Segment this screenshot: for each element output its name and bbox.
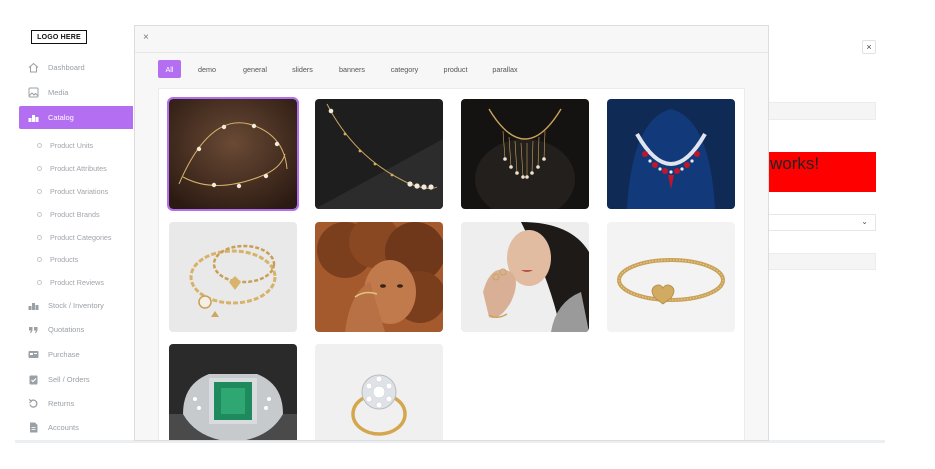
- subitem-products[interactable]: Products: [37, 252, 78, 266]
- subitem-product-variations[interactable]: Product Variations: [37, 184, 108, 198]
- subitem-label: Product Units: [50, 140, 94, 150]
- clipboard-icon: [28, 374, 39, 385]
- subitem-label: Product Brands: [50, 209, 100, 219]
- background-input-2[interactable]: [768, 253, 876, 270]
- pearl-bead-chain-necklace-image[interactable]: [315, 99, 443, 209]
- tab-category[interactable]: category: [386, 60, 423, 78]
- sidebar-item-stock[interactable]: Stock / Inventory: [19, 294, 133, 317]
- image-gallery: [158, 88, 745, 440]
- catalog-icon: [28, 112, 39, 123]
- media-picker-modal: × All demo general sliders banners categ…: [134, 25, 769, 441]
- stock-icon: [28, 300, 39, 311]
- undo-icon: [28, 398, 39, 409]
- gold-charm-bracelet-image[interactable]: [169, 222, 297, 332]
- modal-header: ×: [135, 26, 768, 53]
- subitem-label: Product Variations: [50, 186, 109, 196]
- subitem-product-reviews[interactable]: Product Reviews: [37, 275, 104, 289]
- subitem-product-units[interactable]: Product Units: [37, 138, 93, 152]
- subitem-label: Product Categories: [50, 232, 112, 242]
- woman-rings-bracelet-image[interactable]: [461, 222, 589, 332]
- background-input[interactable]: [768, 102, 876, 120]
- sidebar-item-label: Sell / Orders: [48, 375, 90, 384]
- bullet-icon: [37, 142, 42, 148]
- sidebar: LOGO HERE Dashboard Media Catalog Produc…: [0, 0, 133, 445]
- bullet-icon: [37, 188, 42, 194]
- diamond-cluster-gold-ring-image[interactable]: [315, 344, 443, 440]
- sidebar-item-label: Quotations: [48, 325, 85, 334]
- sidebar-item-quotations[interactable]: Quotations: [19, 318, 133, 341]
- sidebar-item-label: Stock / Inventory: [48, 301, 104, 310]
- bullet-icon: [37, 234, 42, 240]
- logo: LOGO HERE: [31, 30, 87, 44]
- bullet-icon: [37, 256, 42, 262]
- quote-icon: [28, 324, 39, 335]
- home-icon: [28, 62, 39, 73]
- red-banner: works!: [768, 152, 876, 192]
- tab-demo[interactable]: demo: [194, 60, 220, 78]
- document-icon: [28, 422, 39, 433]
- fringe-pearl-collar-necklace-image[interactable]: [461, 99, 589, 209]
- sidebar-item-label: Returns: [48, 399, 75, 408]
- subitem-label: Product Reviews: [50, 277, 104, 287]
- ruby-diamond-necklace-image[interactable]: [607, 99, 735, 209]
- sidebar-item-sell-orders[interactable]: Sell / Orders: [19, 368, 133, 391]
- bullet-icon: [37, 165, 42, 171]
- sidebar-item-returns[interactable]: Returns: [19, 392, 133, 415]
- bullet-icon: [37, 279, 42, 285]
- card-icon: [28, 349, 39, 360]
- page-close-button[interactable]: ×: [862, 40, 876, 54]
- subitem-product-brands[interactable]: Product Brands: [37, 207, 100, 221]
- sidebar-item-purchase[interactable]: Purchase: [19, 343, 133, 366]
- gold-pearl-chain-necklace-image[interactable]: [167, 97, 299, 211]
- sidebar-item-label: Media: [48, 88, 69, 97]
- sidebar-item-label: Dashboard: [48, 63, 85, 72]
- sidebar-item-label: Catalog: [48, 113, 74, 122]
- bullet-icon: [37, 211, 42, 217]
- tab-parallax[interactable]: parallax: [488, 60, 522, 78]
- woman-curly-hair-bracelet-image[interactable]: [315, 222, 443, 332]
- tab-banners[interactable]: banners: [334, 60, 370, 78]
- gold-heart-clasp-bangle-image[interactable]: [607, 222, 735, 332]
- subitem-product-attributes[interactable]: Product Attributes: [37, 161, 107, 175]
- chevron-down-icon: ⌄: [861, 217, 868, 226]
- tab-sliders[interactable]: sliders: [287, 60, 318, 78]
- background-select[interactable]: ⌄: [768, 214, 876, 231]
- close-icon[interactable]: ×: [143, 32, 149, 43]
- subitem-label: Products: [50, 254, 79, 264]
- sidebar-item-catalog[interactable]: Catalog: [19, 106, 133, 129]
- image-icon: [28, 87, 39, 98]
- emerald-silver-ring-image[interactable]: [169, 344, 297, 440]
- tab-product[interactable]: product: [439, 60, 472, 78]
- sidebar-item-media[interactable]: Media: [19, 81, 133, 104]
- subitem-label: Product Attributes: [50, 163, 107, 173]
- sidebar-item-dashboard[interactable]: Dashboard: [19, 56, 133, 79]
- tab-all[interactable]: All: [158, 60, 181, 78]
- subitem-product-categories[interactable]: Product Categories: [37, 230, 112, 244]
- sidebar-item-label: Accounts: [48, 423, 79, 432]
- tab-general[interactable]: general: [238, 60, 272, 78]
- sidebar-item-label: Purchase: [48, 350, 80, 359]
- sidebar-item-accounts[interactable]: Accounts: [19, 416, 133, 439]
